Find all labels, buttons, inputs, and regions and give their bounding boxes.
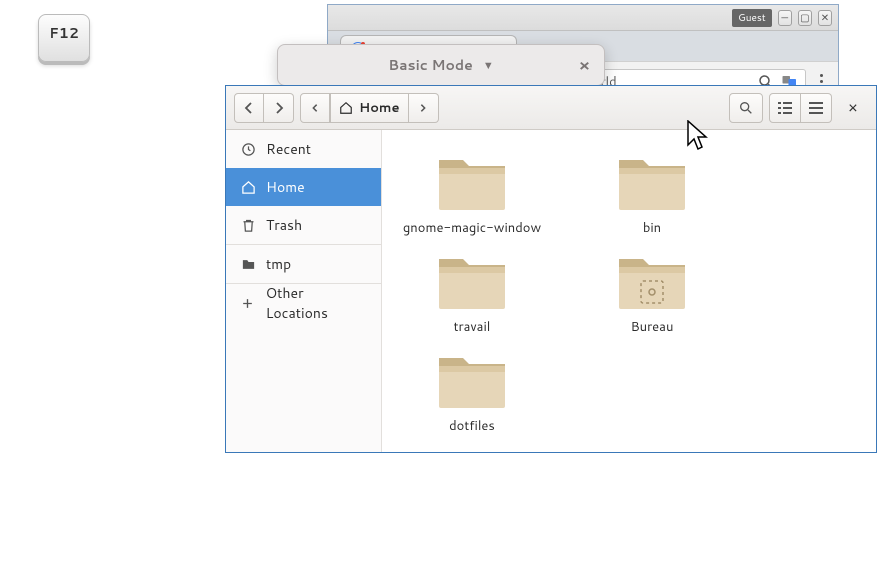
sidebar-item-label: tmp [266, 254, 291, 274]
dropdown-close-icon[interactable]: × [579, 54, 590, 77]
path-segment-home[interactable]: Home [330, 93, 409, 123]
search-button[interactable] [729, 93, 763, 123]
sidebar-item-label: Recent [266, 139, 311, 159]
sidebar-item-label: Home [266, 177, 305, 197]
plus-icon [240, 297, 256, 310]
sidebar-item-home[interactable]: Home [226, 168, 381, 206]
sidebar-item-trash[interactable]: Trash [226, 206, 381, 244]
minimize-button[interactable]: — [778, 10, 792, 26]
sidebar-item-label: Other Locations [266, 283, 367, 323]
folder-content-area[interactable]: gnome-magic-window bin travail Bureau dotfil… [382, 130, 876, 452]
back-button[interactable] [234, 93, 264, 123]
folder-item[interactable]: travail [402, 247, 542, 336]
nautilus-close-button[interactable]: × [838, 93, 868, 123]
forward-button[interactable] [264, 93, 294, 123]
maximize-button[interactable]: ▢ [798, 10, 812, 26]
trash-icon [240, 218, 256, 233]
nautilus-headerbar: Home × [226, 86, 876, 130]
view-list-button[interactable] [769, 93, 801, 123]
folder-label: Bureau [631, 319, 674, 336]
hamburger-menu-button[interactable] [801, 93, 832, 123]
dropdown-label: Basic Mode [388, 55, 473, 75]
mode-dropdown[interactable]: Basic Mode ▼ × [277, 44, 605, 86]
folder-item[interactable]: Bureau [582, 247, 722, 336]
nautilus-window: Home × Recent [225, 85, 877, 453]
sidebar-item-label: Trash [266, 215, 302, 235]
nav-buttons [234, 93, 294, 123]
path-prev-button[interactable] [300, 93, 330, 123]
nautilus-sidebar: Recent Home Trash tmp [226, 130, 382, 452]
sidebar-item-recent[interactable]: Recent [226, 130, 381, 168]
path-label: Home [359, 99, 400, 117]
home-icon [240, 180, 256, 195]
folder-label: dotfiles [449, 418, 495, 435]
sidebar-item-tmp[interactable]: tmp [226, 245, 381, 283]
folder-item[interactable]: gnome-magic-window [402, 148, 542, 237]
folder-item[interactable]: bin [582, 148, 722, 237]
path-next-button[interactable] [409, 93, 439, 123]
guest-badge[interactable]: Guest [732, 9, 772, 27]
folder-label: gnome-magic-window [403, 220, 541, 237]
close-window-button[interactable]: ✕ [818, 10, 832, 26]
folder-label: bin [643, 220, 661, 237]
sidebar-item-other-locations[interactable]: Other Locations [226, 284, 381, 322]
f12-key: F12 [38, 14, 90, 62]
chrome-titlebar: Guest — ▢ ✕ [328, 5, 838, 31]
chevron-down-icon: ▼ [483, 57, 494, 73]
path-bar: Home [300, 93, 439, 123]
folder-label: travail [454, 319, 491, 336]
folder-item[interactable]: dotfiles [402, 346, 542, 435]
clock-icon [240, 142, 256, 157]
folder-icon [240, 257, 256, 272]
mouse-cursor [687, 120, 711, 154]
